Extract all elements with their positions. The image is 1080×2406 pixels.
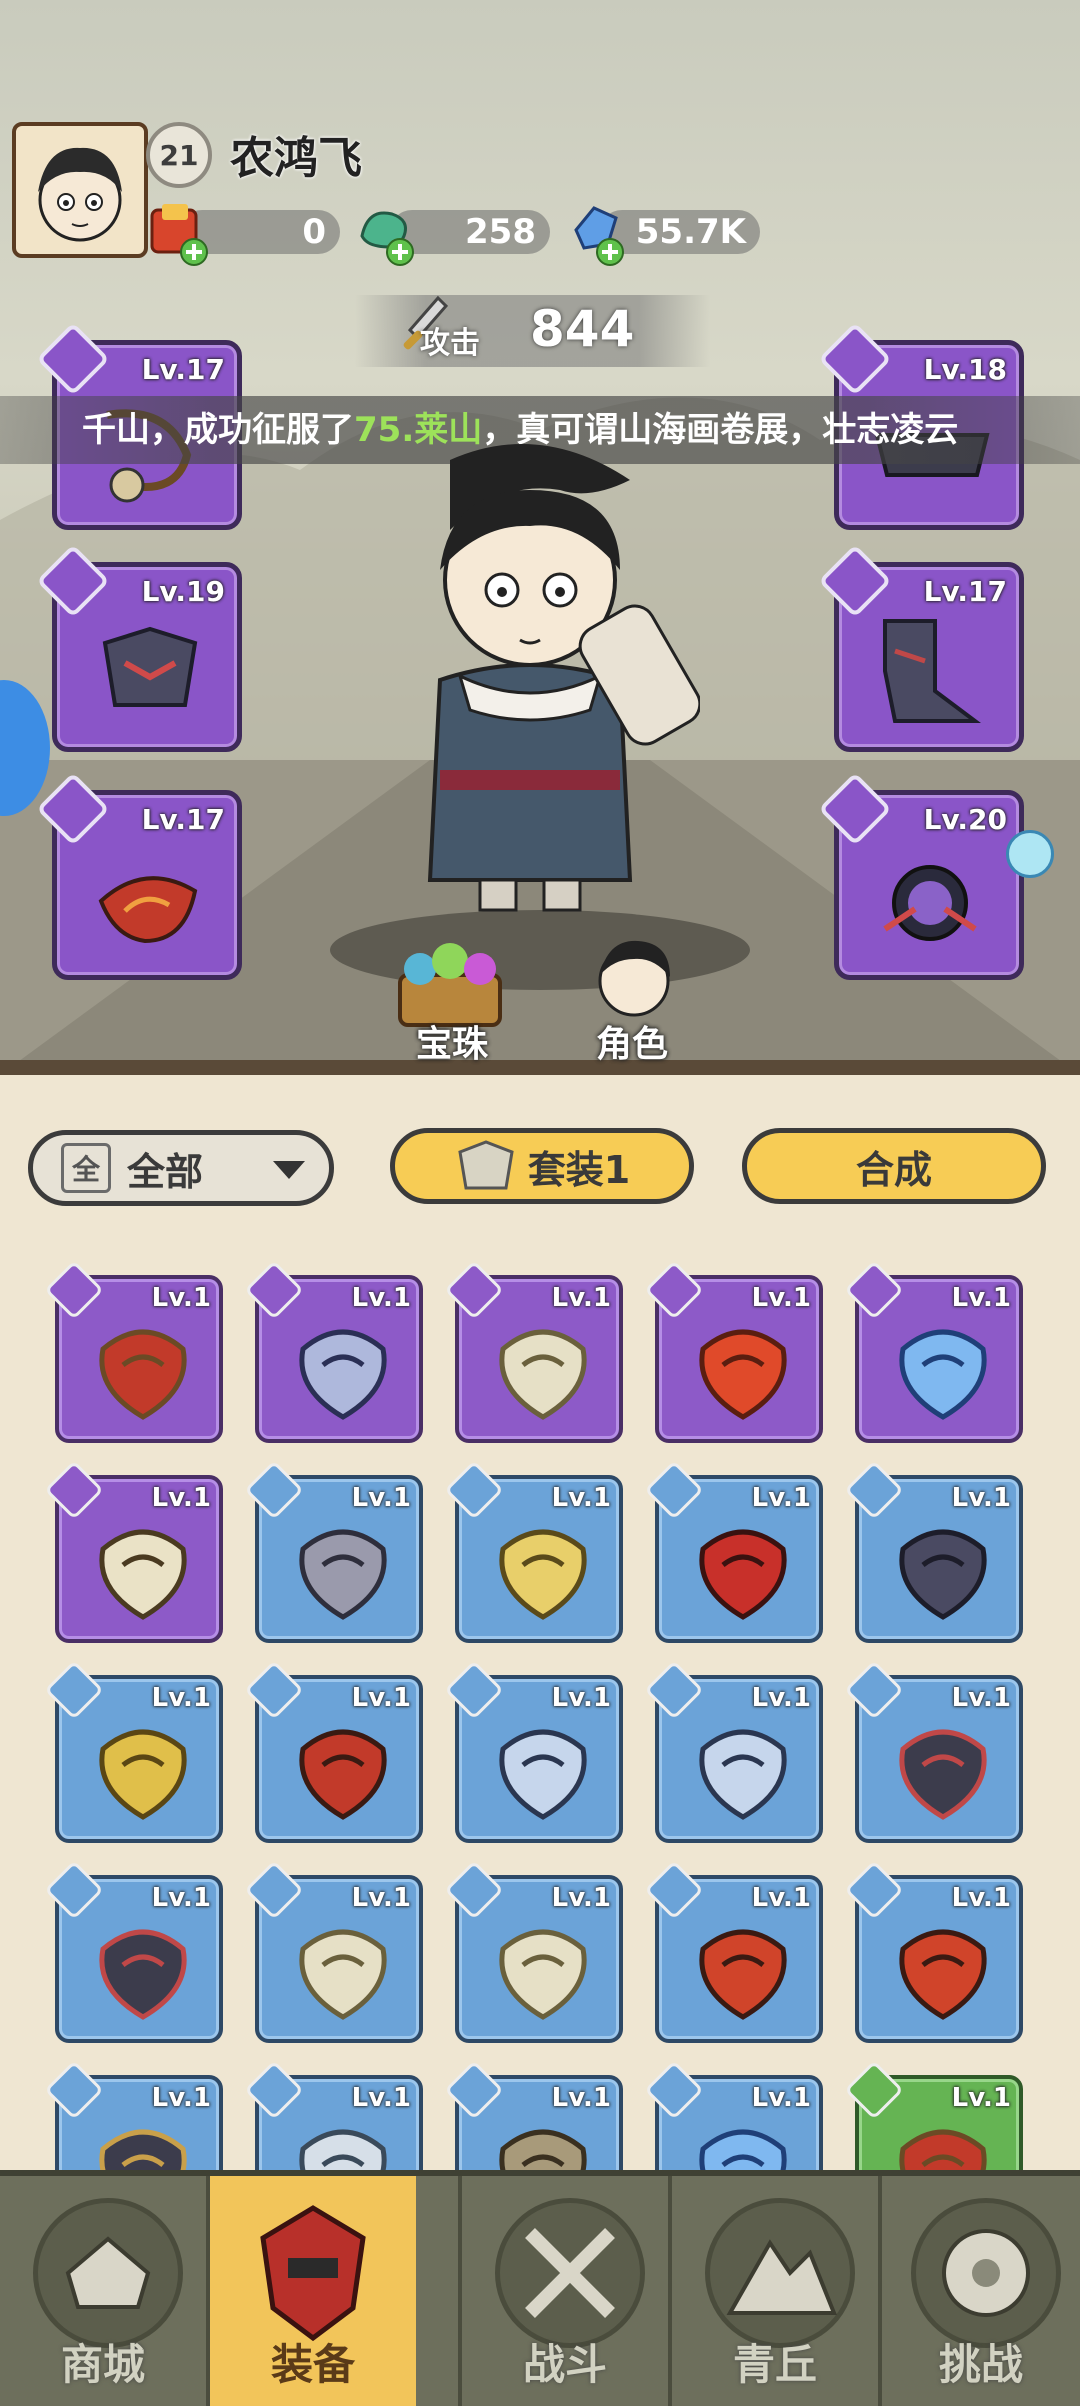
inventory-item[interactable]: Lv.1 bbox=[644, 1260, 823, 1443]
equipment-icon bbox=[243, 2198, 383, 2342]
attack-label: 攻击 bbox=[420, 326, 480, 361]
player-name: 农鸿飞 bbox=[230, 133, 362, 184]
jade-dragon-icon bbox=[360, 211, 414, 266]
shop-icon bbox=[33, 2198, 183, 2348]
inventory-item[interactable]: Lv.1 bbox=[844, 1660, 1023, 1843]
equip-slot-armor[interactable]: Lv.19 bbox=[36, 544, 242, 752]
inventory-item[interactable]: Lv.1 bbox=[44, 1660, 223, 1843]
currency-value: 258 bbox=[465, 212, 536, 252]
swirl-effect-icon bbox=[1006, 830, 1054, 878]
player-level-badge: 21 bbox=[146, 122, 212, 188]
filter-dropdown[interactable]: 全 全部 bbox=[28, 1130, 334, 1206]
weapon-whip-icon bbox=[99, 1329, 187, 1420]
slot-level: Lv.17 bbox=[141, 353, 225, 386]
currency-value: 55.7K bbox=[635, 212, 746, 252]
nav-challenge[interactable]: 挑战 bbox=[878, 2176, 1080, 2406]
equip-slot-boots[interactable]: Lv.17 bbox=[818, 544, 1024, 752]
blue-crystal-icon bbox=[574, 206, 624, 266]
inventory-item[interactable]: Lv.1 bbox=[44, 1260, 223, 1443]
mountain-icon bbox=[705, 2198, 855, 2348]
nav-battle[interactable]: 战斗 bbox=[462, 2176, 668, 2406]
wing-bracer-icon bbox=[499, 1929, 587, 2020]
inventory-item[interactable]: Lv.1 bbox=[844, 1460, 1023, 1643]
inventory-item[interactable]: Lv.1 bbox=[844, 1860, 1023, 2043]
jade-pendant-icon bbox=[899, 1329, 987, 1420]
nav-equipment[interactable]: 装备 bbox=[210, 2176, 416, 2406]
merge-label: 合成 bbox=[855, 1147, 932, 1192]
scepter-icon bbox=[499, 1529, 587, 1620]
lotus-belt-icon bbox=[699, 1929, 787, 2020]
nav-label: 商城 bbox=[60, 2340, 145, 2389]
inventory-item[interactable]: Lv.1 bbox=[644, 1660, 823, 1843]
nav-label: 挑战 bbox=[938, 2340, 1023, 2389]
inventory-item[interactable]: Lv.1 bbox=[444, 1460, 623, 1643]
character-button[interactable]: 角色 bbox=[596, 1015, 668, 1067]
nav-label: 战斗 bbox=[522, 2340, 607, 2389]
inventory-item[interactable]: Lv.1 bbox=[244, 1660, 423, 1843]
currency-value: 0 bbox=[302, 212, 326, 252]
inventory-item[interactable]: Lv.1 bbox=[444, 1260, 623, 1443]
character-scene: 21 农鸿飞 0 258 55.7K 攻击 844 Lv.17 Lv.19 Lv… bbox=[0, 0, 1080, 1075]
nav-label: 青丘 bbox=[732, 2340, 817, 2389]
hammer-icon bbox=[299, 1529, 387, 1620]
attack-value: 844 bbox=[530, 300, 635, 358]
merge-button[interactable]: 合成 bbox=[742, 1128, 1046, 1204]
gold-armor-icon bbox=[99, 1729, 187, 1820]
filter-box-label: 全 bbox=[61, 1143, 111, 1193]
marquee-text: 千山，成功征服了 bbox=[82, 410, 354, 450]
dark-bracer-icon bbox=[99, 1929, 187, 2020]
equip-slot-bracer[interactable]: Lv.17 bbox=[36, 772, 242, 980]
bottom-navigation: 商城 装备 战斗 青丘 挑战 bbox=[0, 2170, 1080, 2406]
inventory-item[interactable]: Lv.1 bbox=[44, 1460, 223, 1643]
chevron-down-icon bbox=[273, 1161, 305, 1179]
ice-bracer-icon bbox=[699, 1729, 787, 1820]
armor-set-icon bbox=[458, 1140, 514, 1190]
nav-shop[interactable]: 商城 bbox=[0, 2176, 206, 2406]
player-character[interactable] bbox=[380, 440, 700, 940]
inventory-item[interactable]: Lv.1 bbox=[244, 1460, 423, 1643]
slot-level: Lv.17 bbox=[923, 575, 1007, 608]
flame-bracer-icon bbox=[98, 876, 198, 944]
inventory-item[interactable]: Lv.1 bbox=[644, 1860, 823, 2043]
dark-bracer-icon bbox=[899, 1729, 987, 1820]
orb-amulet-icon bbox=[883, 865, 977, 941]
boots-icon bbox=[883, 619, 981, 723]
red-envelope-icon bbox=[150, 204, 208, 266]
lotus-belt-icon bbox=[899, 1929, 987, 2020]
slot-level: Lv.20 bbox=[923, 803, 1007, 836]
nav-label: 装备 bbox=[270, 2340, 355, 2389]
set-label: 套装1 bbox=[527, 1147, 631, 1192]
filter-label: 全部 bbox=[127, 1149, 204, 1194]
wing-bracer-icon bbox=[499, 1329, 587, 1420]
wing-bracer-icon bbox=[299, 1929, 387, 2020]
crossbow-icon bbox=[299, 1329, 387, 1420]
inventory-item[interactable]: Lv.1 bbox=[44, 1860, 223, 2043]
avatar[interactable] bbox=[12, 122, 148, 258]
inventory-item[interactable]: Lv.1 bbox=[644, 1460, 823, 1643]
inventory-item[interactable]: Lv.1 bbox=[444, 1860, 623, 2043]
equip-slot-accessory[interactable]: Lv.20 bbox=[818, 772, 1024, 980]
red-helmet-icon bbox=[699, 1529, 787, 1620]
challenge-icon bbox=[911, 2198, 1061, 2348]
inventory-item[interactable]: Lv.1 bbox=[244, 1860, 423, 2043]
slot-level: Lv.19 bbox=[141, 575, 225, 608]
gems-button[interactable]: 宝珠 bbox=[416, 1015, 488, 1067]
dark-helmet-icon bbox=[899, 1529, 987, 1620]
inventory-item[interactable]: Lv.1 bbox=[444, 1660, 623, 1843]
fire-orb-icon bbox=[699, 1329, 787, 1420]
slot-level: Lv.17 bbox=[141, 803, 225, 836]
ice-bracer-icon bbox=[499, 1729, 587, 1820]
red-bracer-icon bbox=[299, 1729, 387, 1820]
slot-level: Lv.18 bbox=[923, 353, 1007, 386]
inventory-item[interactable]: Lv.1 bbox=[244, 1260, 423, 1443]
armor-icon bbox=[102, 626, 198, 707]
claw-necklace-icon bbox=[99, 1529, 187, 1620]
equipment-set-button[interactable]: 套装1 bbox=[390, 1128, 694, 1204]
nav-qingqiu[interactable]: 青丘 bbox=[672, 2176, 878, 2406]
inventory-item[interactable]: Lv.1 bbox=[844, 1260, 1023, 1443]
battle-icon bbox=[495, 2198, 645, 2348]
